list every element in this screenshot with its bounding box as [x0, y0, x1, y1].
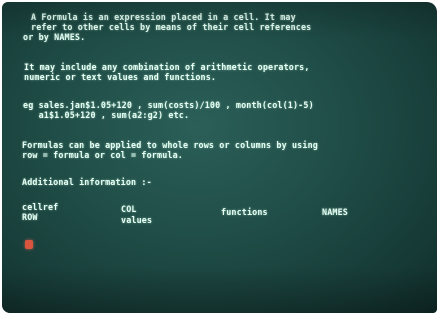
help-line-4: It may include any combination of arithm… — [24, 62, 310, 72]
help-line-1: A Formula is an expression placed in a c… — [31, 12, 296, 22]
terminal-screen: A Formula is an expression placed in a c… — [2, 2, 437, 313]
text-cursor — [25, 240, 33, 249]
topic-cellref[interactable]: cellref — [22, 202, 58, 212]
help-line-2: refer to other cells by means of their c… — [31, 22, 312, 32]
topic-col[interactable]: COL — [121, 204, 137, 214]
help-line-3: or by NAMES. — [23, 32, 86, 42]
topic-functions[interactable]: functions — [221, 207, 268, 217]
help-line-6: Formulas can be applied to whole rows or… — [22, 140, 318, 150]
topic-row[interactable]: ROW — [22, 212, 38, 222]
topic-values[interactable]: values — [121, 215, 152, 225]
additional-info-heading: Additional information :- — [22, 177, 152, 187]
example-line-2: a1$1.05+120 , sum(a2:g2) etc. — [23, 110, 190, 120]
help-line-7: row = formula or col = formula. — [22, 150, 183, 160]
photo-frame: A Formula is an expression placed in a c… — [0, 0, 440, 316]
topic-names[interactable]: NAMES — [322, 207, 348, 217]
example-line-1: eg sales.jan$1.05+120 , sum(costs)/100 ,… — [23, 100, 314, 110]
help-line-5: numeric or text values and functions. — [24, 72, 217, 82]
